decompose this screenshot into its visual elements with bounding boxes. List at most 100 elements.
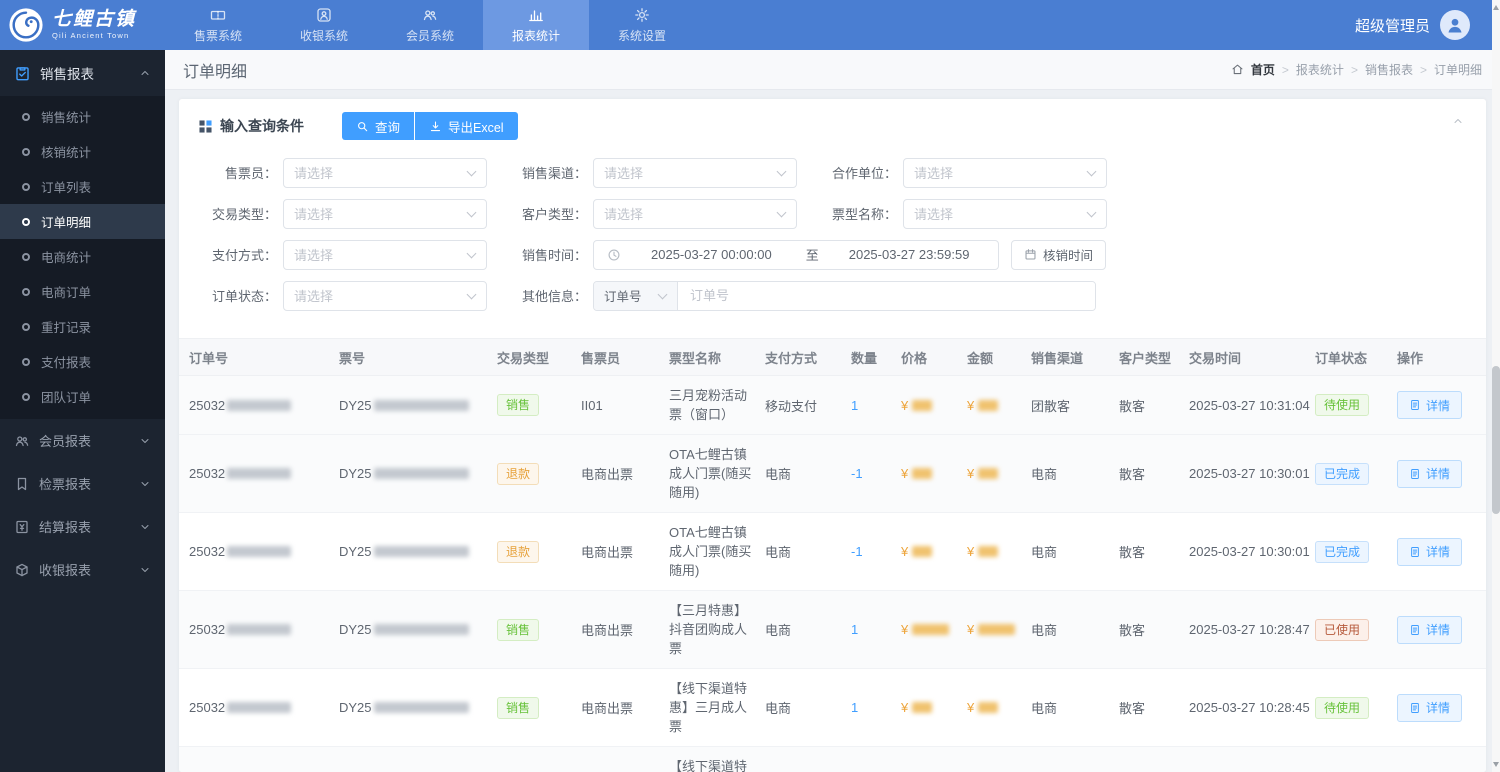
- order-number-cell: 25032: [189, 544, 339, 559]
- table-row: 25032 DY25 退款 电商出票 OTA七鲤古镇成人门票(随买随用) 电商 …: [179, 513, 1486, 591]
- cashier-icon: [317, 7, 331, 22]
- tab-reports[interactable]: 报表统计: [483, 0, 589, 50]
- customer-type-select[interactable]: 请选择: [593, 198, 797, 229]
- ticket-number-cell: DY25: [339, 398, 497, 413]
- document-icon: [1411, 702, 1419, 713]
- detail-button[interactable]: 详情: [1397, 693, 1463, 722]
- export-excel-button[interactable]: 导出Excel: [415, 112, 518, 140]
- ticket-number-cell: DY25: [339, 544, 497, 559]
- sidebar-item[interactable]: 团队订单: [0, 379, 165, 414]
- ticket-name-cell: 【三月特惠】抖音团购成人票: [669, 603, 748, 656]
- sidebar-item-label: 订单列表: [41, 181, 92, 195]
- sidebar-item[interactable]: 订单列表: [0, 169, 165, 204]
- sidebar-item[interactable]: 订单明细: [0, 204, 165, 239]
- sidebar-item[interactable]: 销售统计: [0, 99, 165, 134]
- transaction-time-cell: 2025-03-27 10:28:45: [1189, 700, 1310, 715]
- transaction-time-cell: 2025-03-27 10:28:47: [1189, 622, 1310, 637]
- tab-cashier[interactable]: 收银系统: [271, 0, 377, 50]
- detail-button[interactable]: 详情: [1397, 391, 1463, 419]
- currency-symbol: ¥: [901, 544, 909, 559]
- breadcrumb-home[interactable]: 首页: [1251, 61, 1275, 78]
- seller-select[interactable]: 请选择: [283, 157, 487, 188]
- ticket-name-cell: 【线下渠道特惠】三月成人票: [669, 681, 748, 734]
- column-header: 交易类型: [497, 350, 550, 366]
- brand[interactable]: 七鲤古镇 Qili Ancient Town: [0, 0, 165, 50]
- chevron-down-icon: [141, 524, 149, 529]
- trade-type-select[interactable]: 请选择: [283, 198, 487, 229]
- seller-cell: 电商出票: [581, 545, 634, 560]
- start-datetime: 2025-03-27 00:00:00: [651, 247, 772, 262]
- breadcrumb-sales-reports[interactable]: 销售报表: [1365, 61, 1413, 78]
- circle-icon: [22, 252, 30, 261]
- ticket-icon: [210, 10, 226, 20]
- document-icon: [1411, 624, 1419, 635]
- currency-symbol: ¥: [901, 466, 909, 481]
- sales-channel-select[interactable]: 请选择: [593, 157, 797, 188]
- sidebar-group-settlement-reports[interactable]: 结算报表: [0, 505, 165, 548]
- filter-header: 输入查询条件 查询 导出Excel: [179, 99, 1486, 146]
- filter-title: 输入查询条件: [220, 118, 304, 134]
- chevron-down-icon: [466, 248, 477, 258]
- tab-ticketing[interactable]: 售票系统: [165, 0, 271, 50]
- column-header: 票型名称: [669, 350, 722, 366]
- pay-method-select[interactable]: 请选择: [283, 239, 487, 270]
- blurred-ticket-digits: [373, 399, 469, 411]
- ticket-name-select[interactable]: 请选择: [903, 198, 1107, 229]
- sidebar-group-ticket-check-reports[interactable]: 检票报表: [0, 462, 165, 505]
- transaction-type-badge: 退款: [497, 540, 540, 563]
- blurred-ticket-digits: [373, 468, 469, 479]
- blurred-price: [912, 468, 933, 479]
- sidebar-group-sales-reports[interactable]: 销售报表: [0, 50, 165, 96]
- tab-label: 售票系统: [193, 28, 242, 43]
- currency-symbol: ¥: [967, 700, 975, 715]
- transaction-type-cell: 退款: [497, 462, 581, 485]
- pay-method-cell: 电商: [765, 545, 792, 560]
- circle-icon: [22, 182, 30, 191]
- sidebar-group-cashier-reports[interactable]: 收银报表: [0, 548, 165, 591]
- sidebar-item[interactable]: 电商统计: [0, 239, 165, 274]
- user-name: 超级管理员: [1354, 17, 1430, 35]
- query-button[interactable]: 查询: [342, 112, 415, 140]
- order-number-cell: 25032: [189, 398, 339, 413]
- scrollbar[interactable]: [1492, 0, 1500, 772]
- scroll-down-arrow[interactable]: [1493, 762, 1499, 767]
- tab-member[interactable]: 会员系统: [377, 0, 483, 50]
- tab-settings[interactable]: 系统设置: [589, 0, 695, 50]
- main-content: 订单明细 首页 > 报表统计 > 销售报表 > 订单明细 输入查询条件 查询 导…: [165, 50, 1500, 772]
- chevron-down-icon: [141, 481, 149, 486]
- collapse-chevron-icon[interactable]: [1452, 115, 1464, 127]
- sale-time-range-picker[interactable]: 2025-03-27 00:00:00 至 2025-03-27 23:59:5…: [593, 239, 999, 270]
- order-status-cell: 已使用: [1315, 618, 1397, 641]
- order-number-input[interactable]: [678, 281, 1095, 310]
- search-type-select[interactable]: 订单号: [594, 281, 678, 310]
- circle-icon: [22, 287, 30, 296]
- scroll-up-arrow[interactable]: [1493, 5, 1499, 10]
- sidebar-item[interactable]: 电商订单: [0, 274, 165, 309]
- other-info-label: 其他信息：: [521, 289, 587, 304]
- detail-button[interactable]: 详情: [1397, 537, 1463, 566]
- sidebar-item[interactable]: 核销统计: [0, 134, 165, 169]
- sidebar-group-member-reports[interactable]: 会员报表: [0, 419, 165, 462]
- verify-time-button[interactable]: 核销时间: [1011, 239, 1107, 270]
- breadcrumb-report-stats[interactable]: 报表统计: [1296, 61, 1344, 78]
- avatar[interactable]: [1440, 10, 1470, 40]
- sidebar-item[interactable]: 重打记录: [0, 309, 165, 344]
- circle-icon: [22, 112, 30, 121]
- customer-type-cell: 散客: [1119, 623, 1146, 638]
- sidebar-item[interactable]: 支付报表: [0, 344, 165, 379]
- blurred-amount: [978, 702, 999, 713]
- detail-button[interactable]: 详情: [1397, 459, 1463, 488]
- currency-symbol: ¥: [967, 397, 975, 413]
- scrollbar-thumb[interactable]: [1492, 366, 1500, 514]
- yuan-document-icon: [16, 520, 28, 533]
- ticket-number-prefix: DY25: [339, 466, 372, 481]
- actions-cell: 详情: [1397, 459, 1476, 488]
- partner-select[interactable]: 请选择: [903, 157, 1107, 188]
- detail-button[interactable]: 详情: [1397, 615, 1463, 644]
- price-cell: ¥: [901, 466, 967, 481]
- user-area: 超级管理员: [1355, 0, 1500, 50]
- order-status-select[interactable]: 请选择: [283, 280, 487, 311]
- order-status-label: 订单状态：: [211, 289, 277, 304]
- brand-text: 七鲤古镇 Qili Ancient Town: [52, 10, 136, 40]
- detail-button-label: 详情: [1426, 467, 1451, 481]
